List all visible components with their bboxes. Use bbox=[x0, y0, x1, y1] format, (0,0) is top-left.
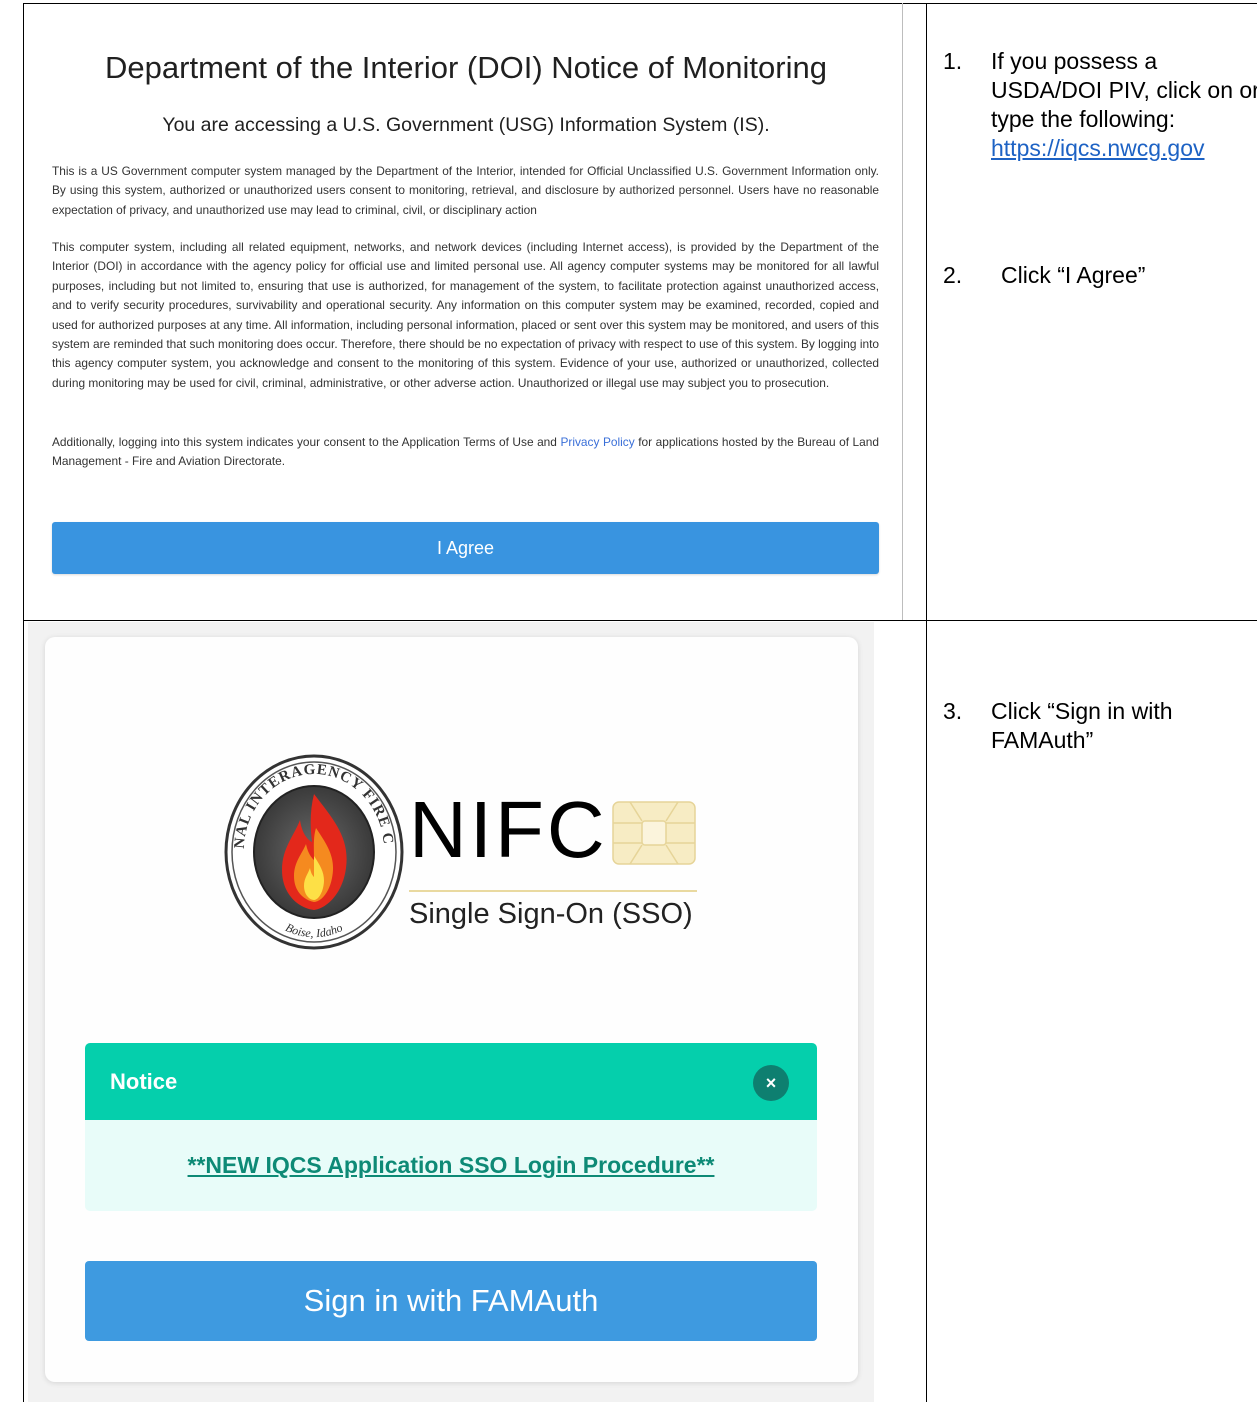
step-1-number: 1. bbox=[943, 48, 963, 74]
notice-title: Department of the Interior (DOI) Notice … bbox=[105, 50, 827, 85]
privacy-policy-link[interactable]: Privacy Policy bbox=[560, 435, 634, 449]
step-3-text: Click “Sign in with FAMAuth” bbox=[991, 698, 1173, 753]
table-row-divider bbox=[23, 620, 1257, 621]
notice-alert: Notice × **NEW IQCS Application SSO Logi… bbox=[85, 1043, 817, 1211]
iqcs-link[interactable]: https://iqcs.nwcg.gov bbox=[991, 135, 1205, 161]
i-agree-button[interactable]: I Agree bbox=[52, 522, 879, 574]
notice-paragraph-2: This computer system, including all rela… bbox=[52, 240, 879, 390]
notice-body: **NEW IQCS Application SSO Login Procedu… bbox=[85, 1120, 817, 1211]
nifc-seal-logo: NATIONAL INTERAGENCY FIRE CENTER Boise, … bbox=[222, 742, 404, 950]
table-top-border-left bbox=[23, 3, 903, 4]
step-1-text: If you possess a USDA/DOI PIV, click on … bbox=[991, 47, 1257, 163]
sso-procedure-link[interactable]: **NEW IQCS Application SSO Login Procedu… bbox=[188, 1152, 715, 1179]
table-top-border bbox=[902, 3, 1257, 4]
notice-paragraph-1: This is a US Government computer system … bbox=[52, 164, 879, 217]
table-left-border bbox=[23, 3, 24, 1402]
notice-header: Notice bbox=[85, 1043, 817, 1120]
close-icon[interactable]: × bbox=[753, 1065, 789, 1101]
step-2-number: 2. bbox=[943, 262, 963, 288]
sso-subtitle: Single Sign-On (SSO) bbox=[409, 890, 697, 931]
paragraph3-text-before: Additionally, logging into this system i… bbox=[52, 435, 561, 449]
step-3-number: 3. bbox=[943, 698, 963, 724]
notice-paragraph-3: Additionally, logging into this system i… bbox=[52, 433, 879, 472]
step-2-text: Click “I Agree” bbox=[1001, 262, 1146, 288]
notice-subtitle: You are accessing a U.S. Government (USG… bbox=[162, 114, 770, 136]
sign-in-famauth-button[interactable]: Sign in with FAMAuth bbox=[85, 1261, 817, 1341]
smart-card-chip-icon bbox=[612, 801, 696, 865]
screenshot1-right-edge bbox=[902, 3, 903, 620]
nifc-brand: NIFC bbox=[409, 785, 608, 874]
table-column-divider bbox=[926, 3, 927, 1402]
notice-heading: Notice bbox=[110, 1069, 178, 1094]
step-1-description: If you possess a USDA/DOI PIV, click on … bbox=[991, 48, 1257, 132]
